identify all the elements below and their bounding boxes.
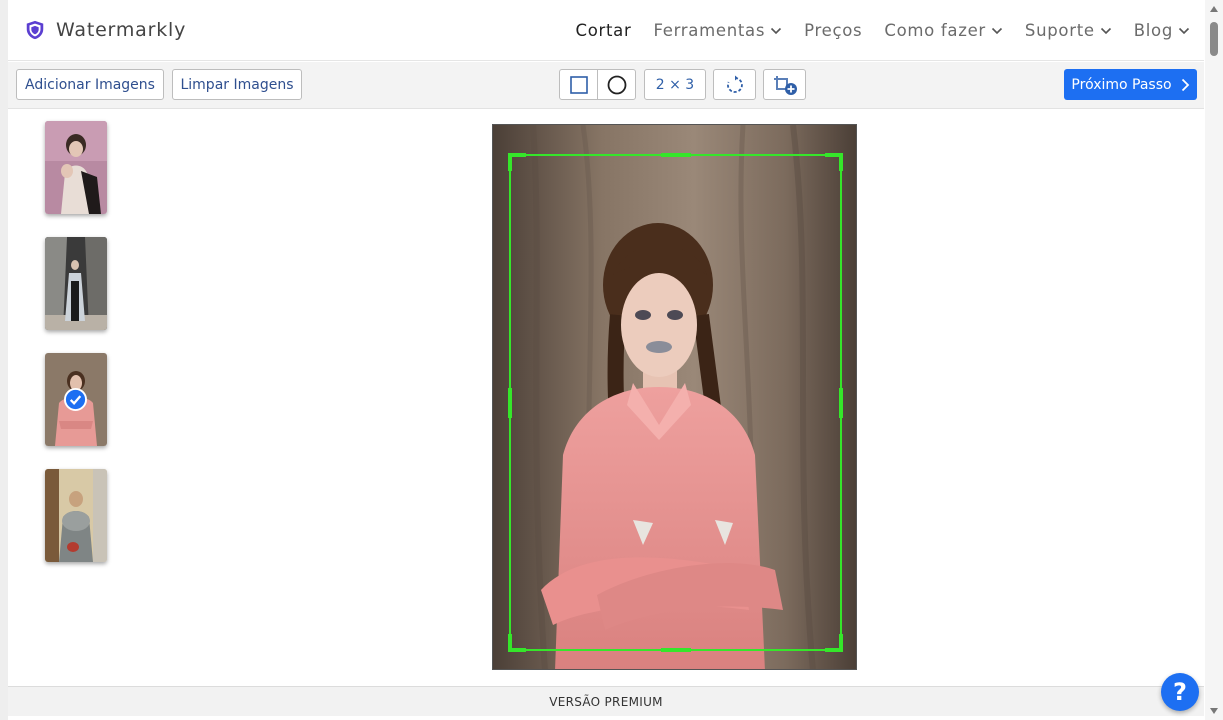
nav-item-blog[interactable]: Blog bbox=[1134, 21, 1190, 40]
crop-handle-bottom-left[interactable] bbox=[508, 634, 526, 652]
shield-icon bbox=[26, 20, 44, 40]
nav-item-como-fazer[interactable]: Como fazer bbox=[884, 21, 1003, 40]
nav-item-label: Ferramentas bbox=[653, 21, 766, 40]
nav-item-cortar[interactable]: Cortar bbox=[576, 21, 632, 40]
nav-item-label: Como fazer bbox=[884, 21, 986, 40]
crop-handle-top[interactable] bbox=[661, 153, 691, 157]
scroll-up-arrow-icon[interactable] bbox=[1210, 6, 1218, 12]
circle-shape-button[interactable] bbox=[597, 70, 635, 99]
rotate-button[interactable] bbox=[713, 69, 756, 100]
nav-item-suporte[interactable]: Suporte bbox=[1025, 21, 1112, 40]
crop-handle-bottom-right[interactable] bbox=[825, 634, 843, 652]
nav-item-label: Blog bbox=[1133, 21, 1173, 40]
nav-item-precos[interactable]: Preços bbox=[804, 21, 862, 40]
crop-handle-top-left[interactable] bbox=[508, 153, 526, 171]
crop-handle-right[interactable] bbox=[839, 388, 843, 418]
clear-images-button[interactable]: Limpar Imagens bbox=[172, 69, 302, 100]
add-images-button[interactable]: Adicionar Imagens bbox=[16, 69, 164, 100]
thumbnail-photo-woman-corridor bbox=[45, 237, 107, 330]
crop-handle-top-right[interactable] bbox=[825, 153, 843, 171]
help-button[interactable]: ? bbox=[1161, 673, 1199, 711]
thumbnail-photo-woman-scarf bbox=[45, 469, 107, 562]
nav-item-ferramentas[interactable]: Ferramentas bbox=[653, 21, 782, 40]
crop-frame[interactable] bbox=[508, 153, 843, 652]
chevron-down-icon bbox=[1100, 27, 1111, 34]
aspect-ratio-button[interactable]: 2 × 3 bbox=[644, 69, 706, 100]
crop-handle-left[interactable] bbox=[508, 388, 512, 418]
premium-version-label: VERSÃO PREMIUM bbox=[549, 694, 663, 709]
main-menu: Cortar Ferramentas Preços Como fazer Sup… bbox=[554, 21, 1191, 40]
add-crop-area-button[interactable] bbox=[763, 69, 806, 100]
selected-check-icon bbox=[64, 388, 87, 411]
chevron-down-icon bbox=[771, 27, 782, 34]
rectangle-icon bbox=[569, 75, 588, 94]
brand-logo-link[interactable]: Watermarkly bbox=[24, 19, 186, 41]
crop-plus-icon bbox=[773, 75, 797, 95]
rotate-icon bbox=[726, 75, 743, 93]
chevron-right-icon bbox=[1181, 78, 1189, 91]
image-thumbnail-4[interactable] bbox=[45, 469, 107, 562]
premium-version-bar[interactable]: VERSÃO PREMIUM bbox=[8, 686, 1204, 716]
next-step-label: Próximo Passo bbox=[1071, 76, 1172, 93]
brand-name: Watermarkly bbox=[56, 19, 187, 41]
watermarkly-crop-app: Watermarkly Cortar Ferramentas Preços Co… bbox=[0, 0, 1223, 720]
scrollbar-thumb[interactable] bbox=[1210, 22, 1218, 56]
rectangle-shape-button[interactable] bbox=[560, 70, 597, 99]
top-navigation: Watermarkly Cortar Ferramentas Preços Co… bbox=[8, 5, 1204, 61]
crop-handle-bottom[interactable] bbox=[661, 648, 691, 652]
nav-item-label: Cortar bbox=[575, 21, 632, 40]
nav-item-label: Preços bbox=[804, 21, 863, 40]
help-label: ? bbox=[1173, 678, 1187, 706]
thumbnail-photo-woman-hands bbox=[45, 121, 107, 214]
nav-item-label: Suporte bbox=[1024, 21, 1095, 40]
editor-toolbar: Adicionar Imagens Limpar Imagens 2 × 3 P… bbox=[8, 62, 1204, 109]
chevron-down-icon bbox=[991, 27, 1002, 34]
circle-icon bbox=[607, 75, 626, 94]
chevron-down-icon bbox=[1178, 27, 1190, 34]
next-step-button[interactable]: Próximo Passo bbox=[1064, 69, 1197, 100]
crop-shape-selector bbox=[559, 69, 636, 100]
image-thumbnail-2[interactable] bbox=[45, 237, 107, 330]
window-left-edge bbox=[0, 0, 8, 720]
scroll-down-arrow-icon[interactable] bbox=[1210, 708, 1218, 714]
page-scrollbar[interactable] bbox=[1205, 0, 1223, 720]
image-thumbnail-3[interactable] bbox=[45, 353, 107, 446]
image-thumbnail-1[interactable] bbox=[45, 121, 107, 214]
